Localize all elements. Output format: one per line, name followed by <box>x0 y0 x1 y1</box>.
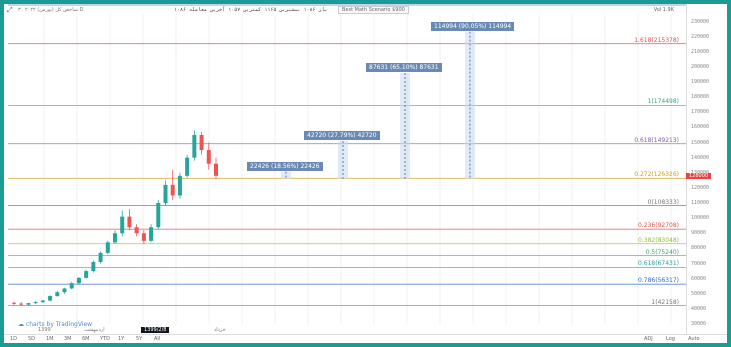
price-axis-tick: 40000 <box>691 305 707 312</box>
time-axis[interactable]: 1399 اردیبهشت خرداد <box>4 326 686 334</box>
candle-body <box>185 157 190 176</box>
candle-body <box>113 233 117 243</box>
candle-body <box>214 163 218 176</box>
tradingview-logo-icon: ☁ <box>18 321 24 328</box>
candle-body <box>69 283 74 289</box>
app-frame: ⤢ شاخص کل (بورس) ۲۰۲۲ ۳۰ D باز ۱۰۸۶ بیشت… <box>0 0 731 347</box>
fib-level-label: 0.236(92708) <box>638 222 679 230</box>
projection-label[interactable]: 42720 (27.79%) 42720 <box>304 130 380 140</box>
candle-body <box>141 233 146 241</box>
candle-body <box>62 288 67 293</box>
price-axis-tick: 150000 <box>691 139 710 146</box>
scale-toggle-button[interactable]: Auto <box>688 336 700 342</box>
time-axis-label: خرداد <box>214 327 226 333</box>
price-axis-tick: 50000 <box>691 290 707 297</box>
fib-level-label: 1.618(215378) <box>634 36 679 44</box>
candle-body <box>149 227 154 241</box>
candle-body <box>127 216 132 228</box>
price-axis-tick: 210000 <box>691 48 710 55</box>
chart-window: ⤢ شاخص کل (بورس) ۲۰۲۲ ۳۰ D باز ۱۰۸۶ بیشت… <box>4 4 727 343</box>
fib-level-label: 1(42158) <box>651 298 679 306</box>
candle-body <box>55 292 60 297</box>
scale-toggle-button[interactable]: ADJ <box>644 336 653 342</box>
candle-body <box>134 227 139 234</box>
candle-body <box>206 150 211 164</box>
projection-label[interactable]: 22426 (18.56%) 22426 <box>247 161 323 171</box>
candle-body <box>48 296 53 301</box>
candle-body <box>105 242 110 253</box>
price-axis-tick: 230000 <box>691 18 710 25</box>
candle-body <box>33 302 38 304</box>
watermark-text: charts by TradingView <box>25 321 93 328</box>
candle-body <box>84 271 89 278</box>
fib-level-label: 0.272(126326) <box>634 171 679 179</box>
price-axis-tick: 70000 <box>691 260 707 267</box>
price-axis-tick: 100000 <box>691 215 710 222</box>
price-axis-tick: 60000 <box>691 275 707 282</box>
price-axis-tick: 110000 <box>691 200 710 207</box>
range-button[interactable]: 6M <box>82 336 90 342</box>
fib-level-label: 0.618(67431) <box>638 260 679 268</box>
price-axis-tick: 220000 <box>691 33 710 40</box>
price-axis-tick: 190000 <box>691 79 710 86</box>
candle-body <box>192 134 197 158</box>
candle-body <box>12 302 16 304</box>
candle-body <box>199 134 204 151</box>
price-axis-tick: 120000 <box>691 184 710 191</box>
fib-level-label: 2(240952) <box>648 4 679 5</box>
projection-label[interactable]: 87631 (65.10%) 87631 <box>366 63 442 73</box>
price-axis-tick: 30000 <box>691 321 707 327</box>
fib-level-label: 0.618(149213) <box>634 136 679 144</box>
price-axis-tick: 140000 <box>691 154 710 161</box>
candle-body <box>91 262 96 272</box>
range-button[interactable]: All <box>154 336 160 342</box>
candle-body <box>163 184 168 204</box>
range-button[interactable]: 5Y <box>136 336 142 342</box>
fib-level-label: 1(174498) <box>647 98 679 106</box>
price-axis-tick: 200000 <box>691 63 710 70</box>
price-axis-tick: 160000 <box>691 124 710 131</box>
price-chart[interactable] <box>4 4 686 334</box>
fib-level-label: 0.382(83048) <box>638 236 679 244</box>
range-button[interactable]: 1Y <box>118 336 124 342</box>
candle-body <box>40 300 45 303</box>
candle-body <box>156 203 161 228</box>
candle-body <box>177 175 182 196</box>
price-axis-tick: 180000 <box>691 94 710 101</box>
candle-body <box>76 277 81 284</box>
fib-level-label: 0.786(56317) <box>638 277 679 285</box>
price-axis[interactable]: 230000 220000 210000 200000 190000 180000 1700… <box>686 4 727 334</box>
candle-body <box>98 252 103 262</box>
fib-level-label: 0(108333) <box>647 198 679 206</box>
scale-toggle-button[interactable]: Log <box>666 336 675 342</box>
price-axis-tick: 80000 <box>691 245 707 252</box>
tradingview-watermark[interactable]: ☁ charts by TradingView <box>18 321 92 328</box>
last-price-tag: 128000 <box>686 172 712 179</box>
candle-body <box>170 184 175 196</box>
candle-body <box>26 303 31 305</box>
range-button[interactable]: 5D <box>28 336 35 342</box>
range-button[interactable]: 1M <box>46 336 54 342</box>
candle-body <box>19 303 24 305</box>
time-cursor-label: 1399/2/8 <box>141 327 170 333</box>
price-axis-tick: 90000 <box>691 230 707 237</box>
price-axis-tick: 170000 <box>691 109 710 116</box>
range-button[interactable]: 3M <box>64 336 72 342</box>
range-button[interactable]: YTD <box>100 336 110 342</box>
bottom-toolbar: 1D 5D 1M 3M 6M YTD 1Y 5Y All ADJ Log Auto <box>4 334 727 343</box>
candle-body <box>120 216 125 234</box>
projection-label[interactable]: 114994 (90.05%) 114994 <box>431 21 515 31</box>
range-button[interactable]: 1D <box>10 336 17 342</box>
fib-level-label: 0.5(75240) <box>645 248 679 256</box>
